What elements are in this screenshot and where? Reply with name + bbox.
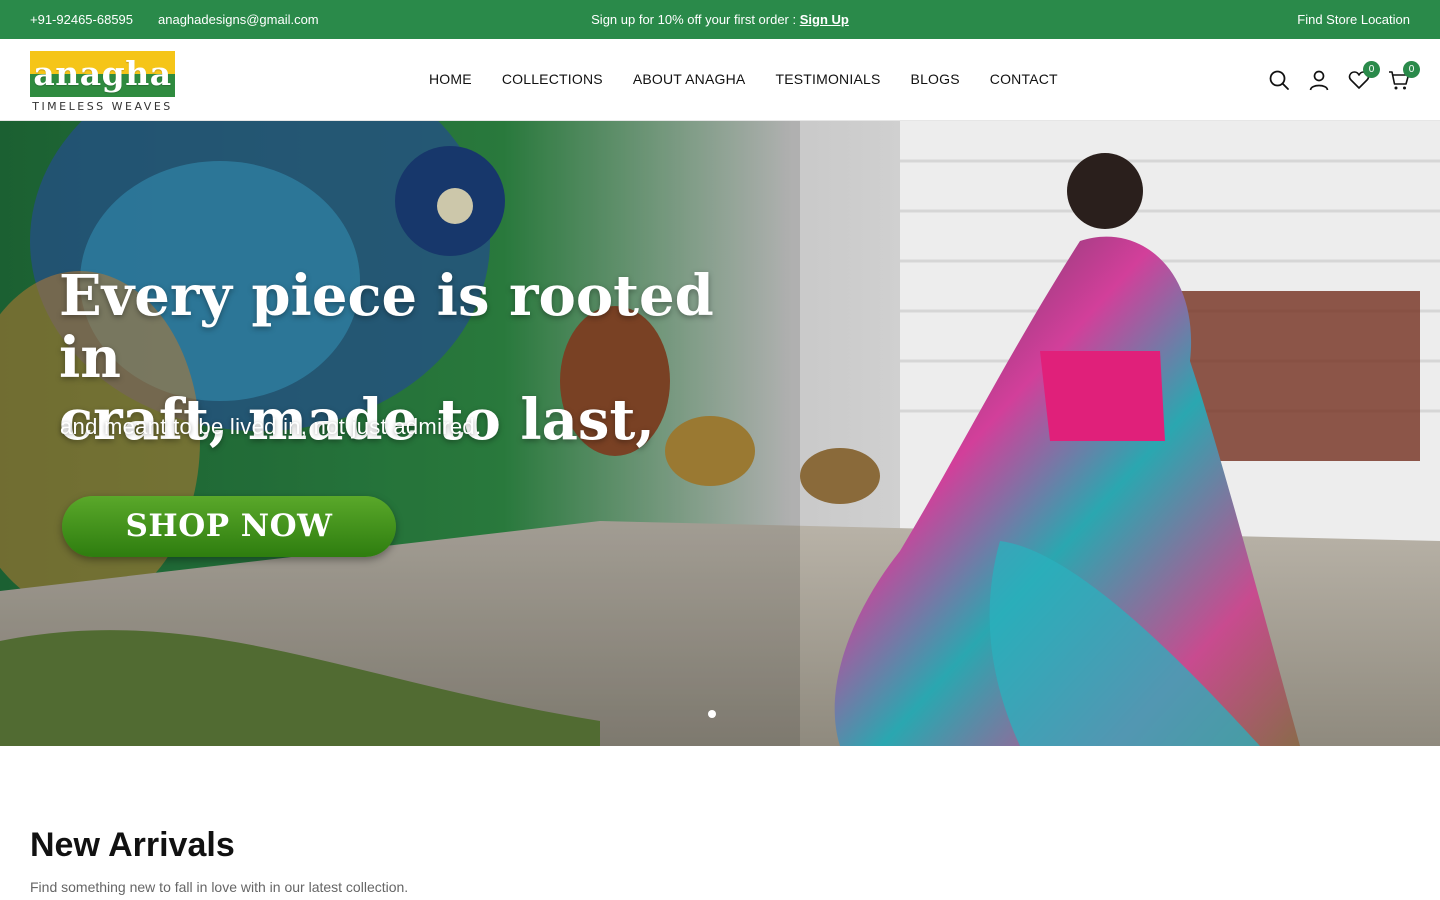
- shop-now-button[interactable]: SHOP NOW: [62, 496, 396, 557]
- main-nav: HOME COLLECTIONS ABOUT ANAGHA TESTIMONIA…: [429, 71, 1058, 87]
- cart-icon[interactable]: 0: [1388, 61, 1420, 91]
- logo-tagline: TIMELESS WEAVES: [32, 100, 173, 113]
- site-header: anagha TIMELESS WEAVES HOME COLLECTIONS …: [0, 39, 1440, 121]
- header-icons: 0 0: [1268, 61, 1420, 91]
- new-arrivals-title: New Arrivals: [30, 826, 235, 864]
- account-icon[interactable]: [1308, 69, 1330, 91]
- signup-link[interactable]: Sign Up: [800, 12, 849, 27]
- logo-word: anagha: [33, 54, 172, 93]
- nav-collections[interactable]: COLLECTIONS: [502, 71, 603, 87]
- search-icon[interactable]: [1268, 69, 1290, 91]
- hero-subheadline: and meant to be lived in, not just admir…: [60, 414, 482, 439]
- new-arrivals-subtitle: Find something new to fall in love with …: [30, 879, 409, 895]
- nav-testimonials[interactable]: TESTIMONIALS: [775, 71, 880, 87]
- nav-home[interactable]: HOME: [429, 71, 472, 87]
- cart-count-badge: 0: [1403, 61, 1420, 78]
- nav-contact[interactable]: CONTACT: [990, 71, 1058, 87]
- wishlist-count-badge: 0: [1363, 61, 1380, 78]
- promo-message: Sign up for 10% off your first order : S…: [0, 12, 1440, 27]
- wishlist-icon[interactable]: 0: [1348, 61, 1380, 91]
- hero-banner[interactable]: Every piece is rooted in craft, made to …: [0, 121, 1440, 746]
- logo[interactable]: anagha TIMELESS WEAVES: [30, 51, 175, 113]
- nav-about[interactable]: ABOUT ANAGHA: [633, 71, 746, 87]
- nav-blogs[interactable]: BLOGS: [911, 71, 960, 87]
- promo-text: Sign up for 10% off your first order :: [591, 12, 800, 27]
- hero-headline-line-1: Every piece is rooted in: [59, 263, 714, 391]
- slider-dot-active[interactable]: [708, 710, 716, 718]
- announcement-bar: +91-92465-68595 anaghadesigns@gmail.com …: [0, 0, 1440, 39]
- find-store-link[interactable]: Find Store Location: [1297, 12, 1410, 27]
- logo-mark: anagha: [30, 51, 175, 97]
